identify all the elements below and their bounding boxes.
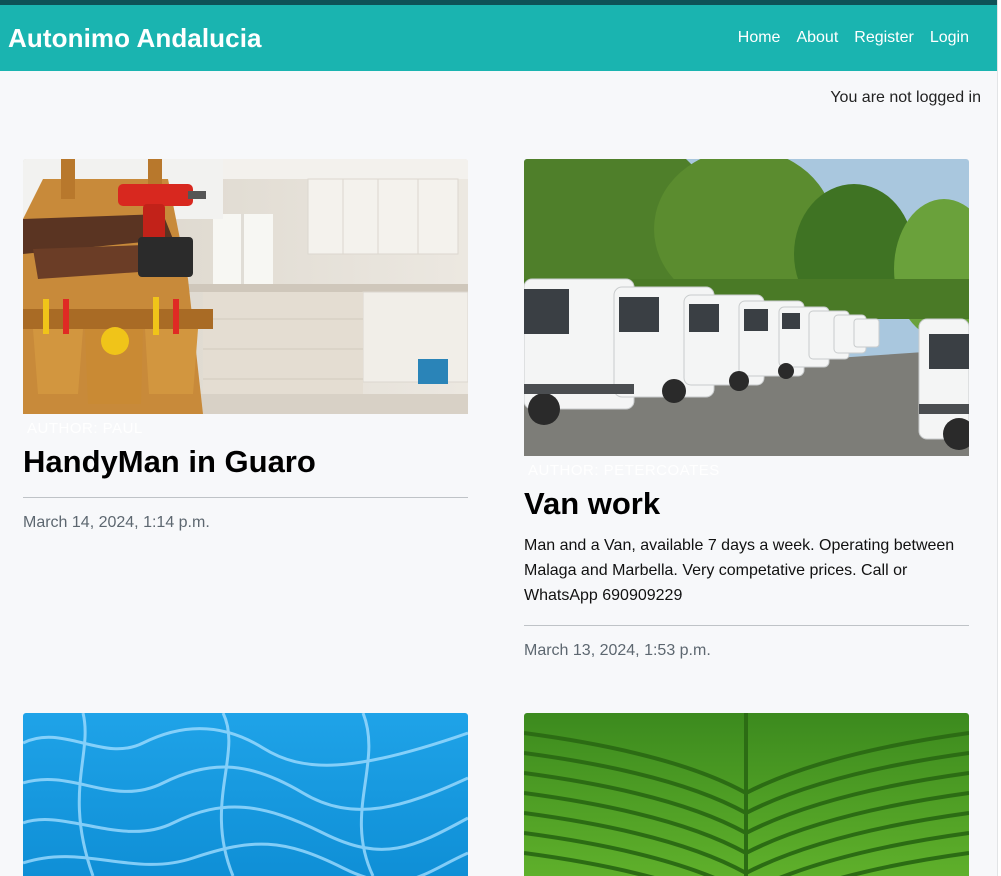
post-card[interactable]: AUTHOR: PETERCOATES Van work Man and a V… (524, 159, 969, 660)
navbar: Autonimo Andalucia Home About Register L… (0, 5, 997, 71)
post-image-vans[interactable] (524, 159, 969, 456)
handyman-image (23, 159, 468, 414)
post-date: March 14, 2024, 1:14 p.m. (23, 514, 210, 531)
post-image-field[interactable] (524, 713, 969, 876)
post-card[interactable] (23, 713, 468, 876)
post-title[interactable]: HandyMan in Guaro (23, 444, 468, 480)
nav-home-link[interactable]: Home (730, 29, 789, 47)
post-image-pool[interactable] (23, 713, 468, 876)
nav-about-link[interactable]: About (788, 29, 846, 47)
brand-logo-text[interactable]: Autonimo Andalucia (8, 23, 262, 54)
post-excerpt: Man and a Van, available 7 days a week. … (524, 537, 955, 604)
post-image-handyman[interactable] (23, 159, 468, 414)
post-card[interactable]: AUTHOR: PAUL HandyMan in Guaro March 14,… (23, 159, 468, 532)
main-nav: Home About Register Login (730, 29, 977, 47)
nav-login-link[interactable]: Login (922, 29, 977, 47)
green-field-image (524, 713, 969, 876)
pool-water-image (23, 713, 468, 876)
post-divider (23, 497, 468, 498)
login-status-text: You are not logged in (830, 89, 981, 106)
page-right-edge (997, 0, 1001, 876)
vans-image (524, 159, 969, 456)
nav-register-link[interactable]: Register (846, 29, 922, 47)
post-author: AUTHOR: PETERCOATES (528, 462, 720, 479)
post-card[interactable] (524, 713, 969, 876)
post-author: AUTHOR: PAUL (27, 420, 143, 437)
post-title[interactable]: Van work (524, 486, 969, 522)
post-date: March 13, 2024, 1:53 p.m. (524, 642, 711, 659)
post-divider (524, 625, 969, 626)
